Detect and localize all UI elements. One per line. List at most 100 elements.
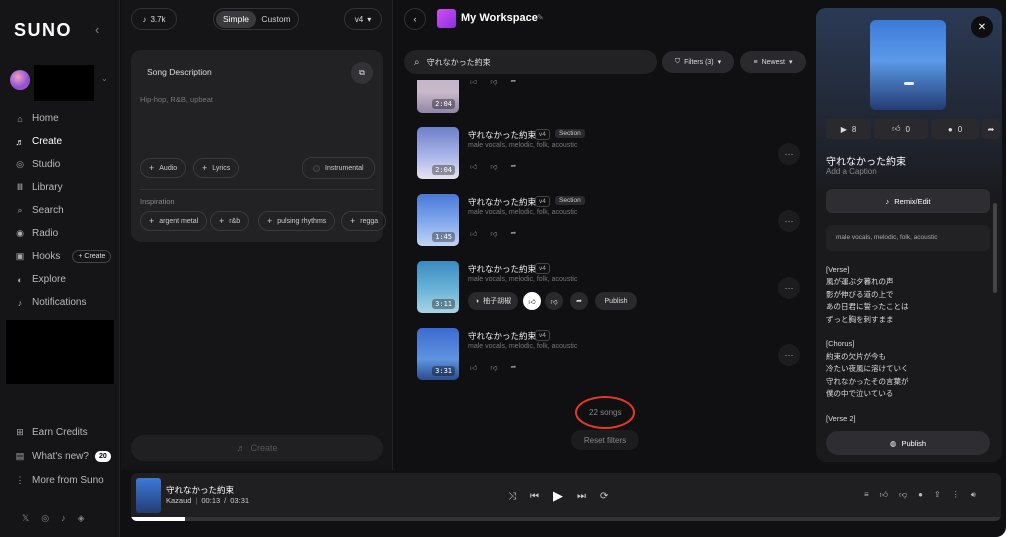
more-options-icon[interactable]: ⋯ <box>778 210 800 232</box>
share-icon[interactable]: ⇪ <box>934 490 941 500</box>
surprise-icon[interactable]: ⧉ <box>351 62 373 84</box>
share-icon[interactable]: ➦ <box>510 162 516 171</box>
thumbs-down-icon[interactable]: 👎︎ <box>545 292 563 310</box>
close-icon[interactable]: ✕ <box>971 16 993 38</box>
volume-icon[interactable]: 🔊︎ <box>971 490 976 500</box>
mode-simple-tab[interactable]: Simple <box>216 10 256 28</box>
thumbs-down-icon[interactable]: 👎︎ <box>490 80 497 86</box>
thumbs-down-icon[interactable]: 👎︎ <box>490 363 497 372</box>
sidebar-item-explore[interactable]: ◐ Explore <box>0 268 120 291</box>
sidebar-item-hooks[interactable]: ▣ Hooks + Create <box>0 245 120 268</box>
workspace-title[interactable]: My Workspace <box>461 12 538 24</box>
thumbs-down-icon[interactable]: 👎︎ <box>899 490 907 500</box>
sidebar-link-2[interactable]: ⋮ More from Suno <box>0 468 120 492</box>
player-cover[interactable] <box>136 478 161 513</box>
comment-icon[interactable]: ● <box>918 490 923 500</box>
publish-button[interactable]: Publish <box>595 292 637 310</box>
back-button[interactable]: ‹ <box>404 8 426 30</box>
share-icon[interactable]: ➦ <box>510 363 516 372</box>
song-row[interactable]: 3:11 守れなかった約束 v4 male vocals, melodic, folk… <box>404 261 806 321</box>
more-options-icon[interactable]: ⋯ <box>778 344 800 366</box>
thumbs-up-icon[interactable]: 👍︎ <box>523 292 541 310</box>
song-cover[interactable]: 2:04 <box>417 127 459 179</box>
create-button[interactable]: ♬ Create <box>131 435 383 461</box>
song-cover[interactable] <box>870 20 946 110</box>
next-icon[interactable]: ⏭︎ <box>577 491 586 502</box>
credits-badge[interactable]: ♪ 3.7k <box>131 8 177 30</box>
play-count-button[interactable]: ▶ 8 <box>826 119 871 139</box>
publish-button[interactable]: ◍ Publish <box>826 431 990 455</box>
tiktok-icon[interactable]: ♪ <box>61 513 66 524</box>
song-title[interactable]: 守れなかった約束 <box>468 129 536 141</box>
version-select[interactable]: v4 ▾ <box>344 8 382 30</box>
thumbs-up-icon[interactable]: 👍︎ <box>470 80 477 86</box>
sidebar-link-0[interactable]: ⊞ Earn Credits <box>0 420 120 444</box>
player-artist[interactable]: Kazaud <box>166 496 191 505</box>
like-count-button[interactable]: 👍︎ 0 <box>874 119 928 139</box>
song-row[interactable]: 2:04 守れなかった約束 v4 Section male vocals, melodi… <box>404 127 806 187</box>
song-description-input[interactable]: Hip-hop, R&B, upbeat <box>140 95 213 104</box>
shuffle-icon[interactable]: ⤨ <box>508 491 516 502</box>
song-cover[interactable]: 1:45 <box>417 194 459 246</box>
sidebar-item-search[interactable]: ⌕ Search <box>0 199 120 222</box>
song-cover[interactable]: 2:04 <box>417 80 459 113</box>
remix-edit-button[interactable]: ♪ Remix/Edit <box>826 189 990 213</box>
collapse-sidebar-icon[interactable]: ‹ <box>95 22 99 37</box>
mode-custom-tab[interactable]: Custom <box>256 11 296 28</box>
song-row[interactable]: 1:45 守れなかった約束 v4 Section male vocals, melodi… <box>404 194 806 254</box>
discord-icon[interactable]: ◈ <box>78 513 85 524</box>
hooks-create-button[interactable]: + Create <box>72 250 112 263</box>
chevron-down-icon[interactable]: ⌄ <box>101 74 108 83</box>
thumbs-up-icon[interactable]: 👍︎ <box>470 162 477 171</box>
thumbs-up-icon[interactable]: 👍︎ <box>470 363 477 372</box>
search-input[interactable]: ⌕ 守れなかった約束 <box>404 50 657 74</box>
avatar[interactable] <box>10 70 30 90</box>
more-options-icon[interactable]: ⋯ <box>778 143 800 165</box>
sidebar-item-notifications[interactable]: ♪ Notifications <box>0 291 120 314</box>
instrumental-toggle[interactable]: Instrumental <box>302 157 375 179</box>
share-icon[interactable]: ➦ <box>982 119 1000 139</box>
sidebar-item-home[interactable]: ⌂ Home <box>0 107 120 130</box>
player-song-title[interactable]: 守れなかった約束 <box>166 484 234 496</box>
share-icon[interactable]: ➦ <box>570 292 588 310</box>
scrollbar[interactable] <box>993 203 997 293</box>
repeat-icon[interactable]: ⟳ <box>600 491 608 502</box>
play-icon[interactable]: ▶ <box>553 488 563 504</box>
suno-logo[interactable]: SUNO <box>14 20 72 41</box>
queue-icon[interactable]: ≡ <box>864 490 869 500</box>
inspiration-chip[interactable]: + pulsing rhythms <box>258 211 336 231</box>
song-cover[interactable]: 3:31 <box>417 328 459 380</box>
user-chip[interactable]: ◑ 柚子胡椒 <box>468 292 518 310</box>
instagram-icon[interactable]: ◎ <box>41 513 49 524</box>
thumbs-down-icon[interactable]: 👎︎ <box>490 229 497 238</box>
previous-icon[interactable]: ⏮︎ <box>530 491 539 502</box>
sidebar-item-radio[interactable]: ◉ Radio <box>0 222 120 245</box>
song-cover[interactable]: 3:11 <box>417 261 459 313</box>
pencil-icon[interactable]: ✎ <box>537 13 544 22</box>
thumbs-up-icon[interactable]: 👍︎ <box>470 229 477 238</box>
filters-button[interactable]: ⛉ Filters (3) ▾ <box>662 51 734 73</box>
more-options-icon[interactable]: ⋯ <box>778 277 800 299</box>
progress-track[interactable] <box>131 517 1001 521</box>
sort-button[interactable]: ≡ Newest ▾ <box>740 51 806 73</box>
reset-filters-button[interactable]: Reset filters <box>571 430 639 450</box>
share-icon[interactable]: ➦ <box>510 80 516 86</box>
lyrics-button[interactable]: + Lyrics <box>193 158 240 178</box>
inspiration-chip[interactable]: + regga <box>341 211 386 231</box>
more-icon[interactable]: ⋮ <box>952 490 960 500</box>
song-title[interactable]: 守れなかった約束 <box>468 196 536 208</box>
song-title[interactable]: 守れなかった約束 <box>468 330 536 342</box>
thumbs-down-icon[interactable]: 👎︎ <box>490 162 497 171</box>
song-row[interactable]: 2:04👍︎👎︎➦⋯ <box>404 80 806 121</box>
sidebar-item-studio[interactable]: ◎ Studio <box>0 153 120 176</box>
song-title[interactable]: 守れなかった約束 <box>468 263 536 275</box>
sidebar-item-create[interactable]: ♬ Create <box>0 130 120 153</box>
comment-count-button[interactable]: ● 0 <box>931 119 979 139</box>
audio-button[interactable]: + Audio <box>140 158 187 178</box>
inspiration-chip[interactable]: + argent metal <box>140 211 208 231</box>
caption-input[interactable]: Add a Caption <box>826 167 877 176</box>
share-icon[interactable]: ➦ <box>510 229 516 238</box>
inspiration-chip[interactable]: + r&b <box>210 211 250 231</box>
sidebar-link-1[interactable]: ▤ What's new? 20 <box>0 444 120 468</box>
x-icon[interactable]: 𝕏 <box>22 513 29 524</box>
